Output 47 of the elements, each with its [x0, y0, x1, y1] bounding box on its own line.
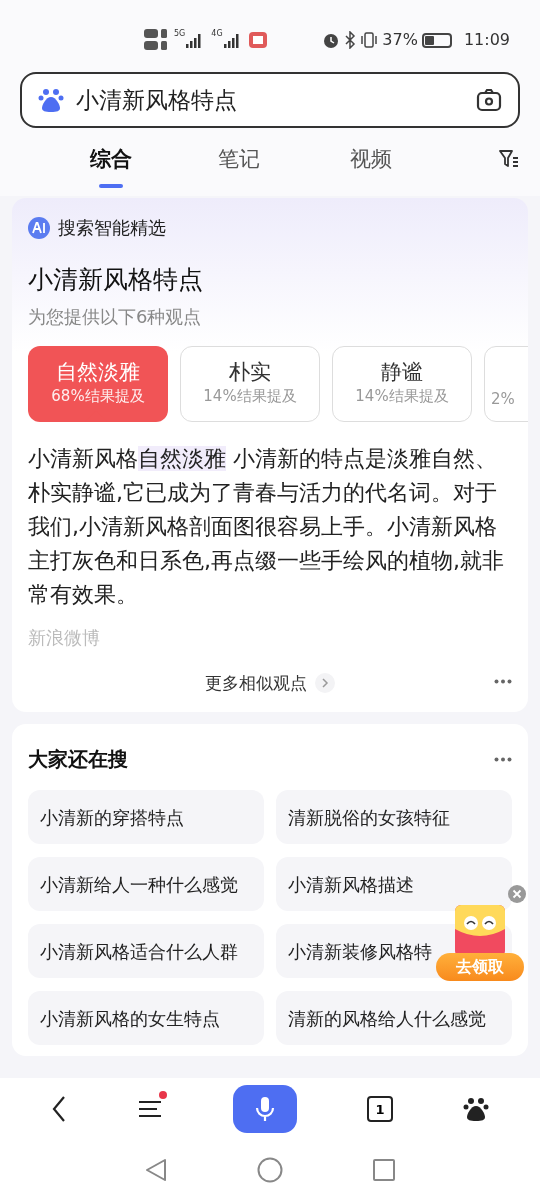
filter-icon[interactable] — [498, 148, 520, 170]
bluetooth-icon — [344, 31, 357, 49]
signal-icon — [222, 32, 241, 48]
more-link[interactable]: 更多相似观点 — [205, 670, 335, 696]
card-subtitle: 为您提供以下6种观点 — [27, 304, 203, 329]
viewpoint-chip[interactable]: 朴实 14%结果提及 — [180, 345, 320, 422]
battery-percent: 37% — [382, 29, 418, 51]
related-search-chip[interactable]: 小清新的穿搭特点 — [28, 790, 264, 844]
camera-icon[interactable] — [476, 88, 502, 112]
close-icon[interactable] — [508, 885, 526, 903]
paw-logo-icon — [38, 87, 64, 113]
network-label: 5G — [174, 30, 186, 38]
tab-indicator — [99, 183, 123, 188]
battery-icon — [421, 32, 452, 48]
voice-button[interactable] — [233, 1085, 297, 1133]
home-icon[interactable] — [257, 1157, 283, 1183]
tab[interactable]: 视频 — [350, 144, 392, 176]
related-search-chip[interactable]: 小清新风格的女生特点 — [28, 991, 264, 1045]
ai-icon — [28, 216, 50, 239]
back-icon[interactable] — [51, 1095, 67, 1123]
chevron-icon — [315, 673, 335, 694]
answer-paragraph: 小清新风格自然淡雅 小清新的特点是淡雅自然、朴实静谧,它已成为了青春与活力的代名词。对于我们,小清新风格剖面图很容易上手。小清新风格主打灰色和日系色,再点缀一些手绘风的植物,就非常有效果。 — [27, 444, 505, 609]
recents-icon[interactable] — [373, 1159, 395, 1181]
vibrate-icon — [360, 31, 379, 49]
tab[interactable]: 综合 — [90, 144, 132, 176]
source-label: 新浪微博 — [27, 625, 101, 650]
card-title: 小清新风格特点 — [27, 264, 204, 296]
viewpoint-chip[interactable]: 静谧 14%结果提及 — [332, 345, 472, 422]
microphone-icon — [255, 1096, 275, 1122]
search-input[interactable]: 小清新风格特点 — [76, 82, 476, 118]
tab[interactable]: 笔记 — [218, 144, 260, 176]
section-title: 大家还在搜 — [28, 746, 128, 773]
tabs-count-button[interactable]: 1 — [367, 1096, 393, 1122]
related-search-chip[interactable]: 小清新风格描述 — [276, 857, 512, 911]
paw-logo-icon[interactable] — [463, 1096, 489, 1122]
status-time: 11:09 — [463, 29, 510, 51]
related-search-chip[interactable]: 清新的风格给人什么感觉 — [276, 991, 512, 1045]
section-label: 搜索智能精选 — [58, 216, 166, 240]
more-icon[interactable] — [494, 756, 512, 762]
related-search-chip[interactable]: 小清新风格适合什么人群 — [28, 924, 264, 978]
more-icon[interactable] — [494, 678, 512, 684]
related-search-chip[interactable]: 小清新给人一种什么感觉 — [28, 857, 264, 911]
related-search-chip[interactable]: 清新脱俗的女孩特征 — [276, 790, 512, 844]
search-field[interactable]: 小清新风格特点 — [20, 72, 520, 128]
alarm-icon — [322, 31, 341, 49]
network-label: 4G — [211, 30, 223, 38]
signal-icon — [185, 32, 204, 48]
